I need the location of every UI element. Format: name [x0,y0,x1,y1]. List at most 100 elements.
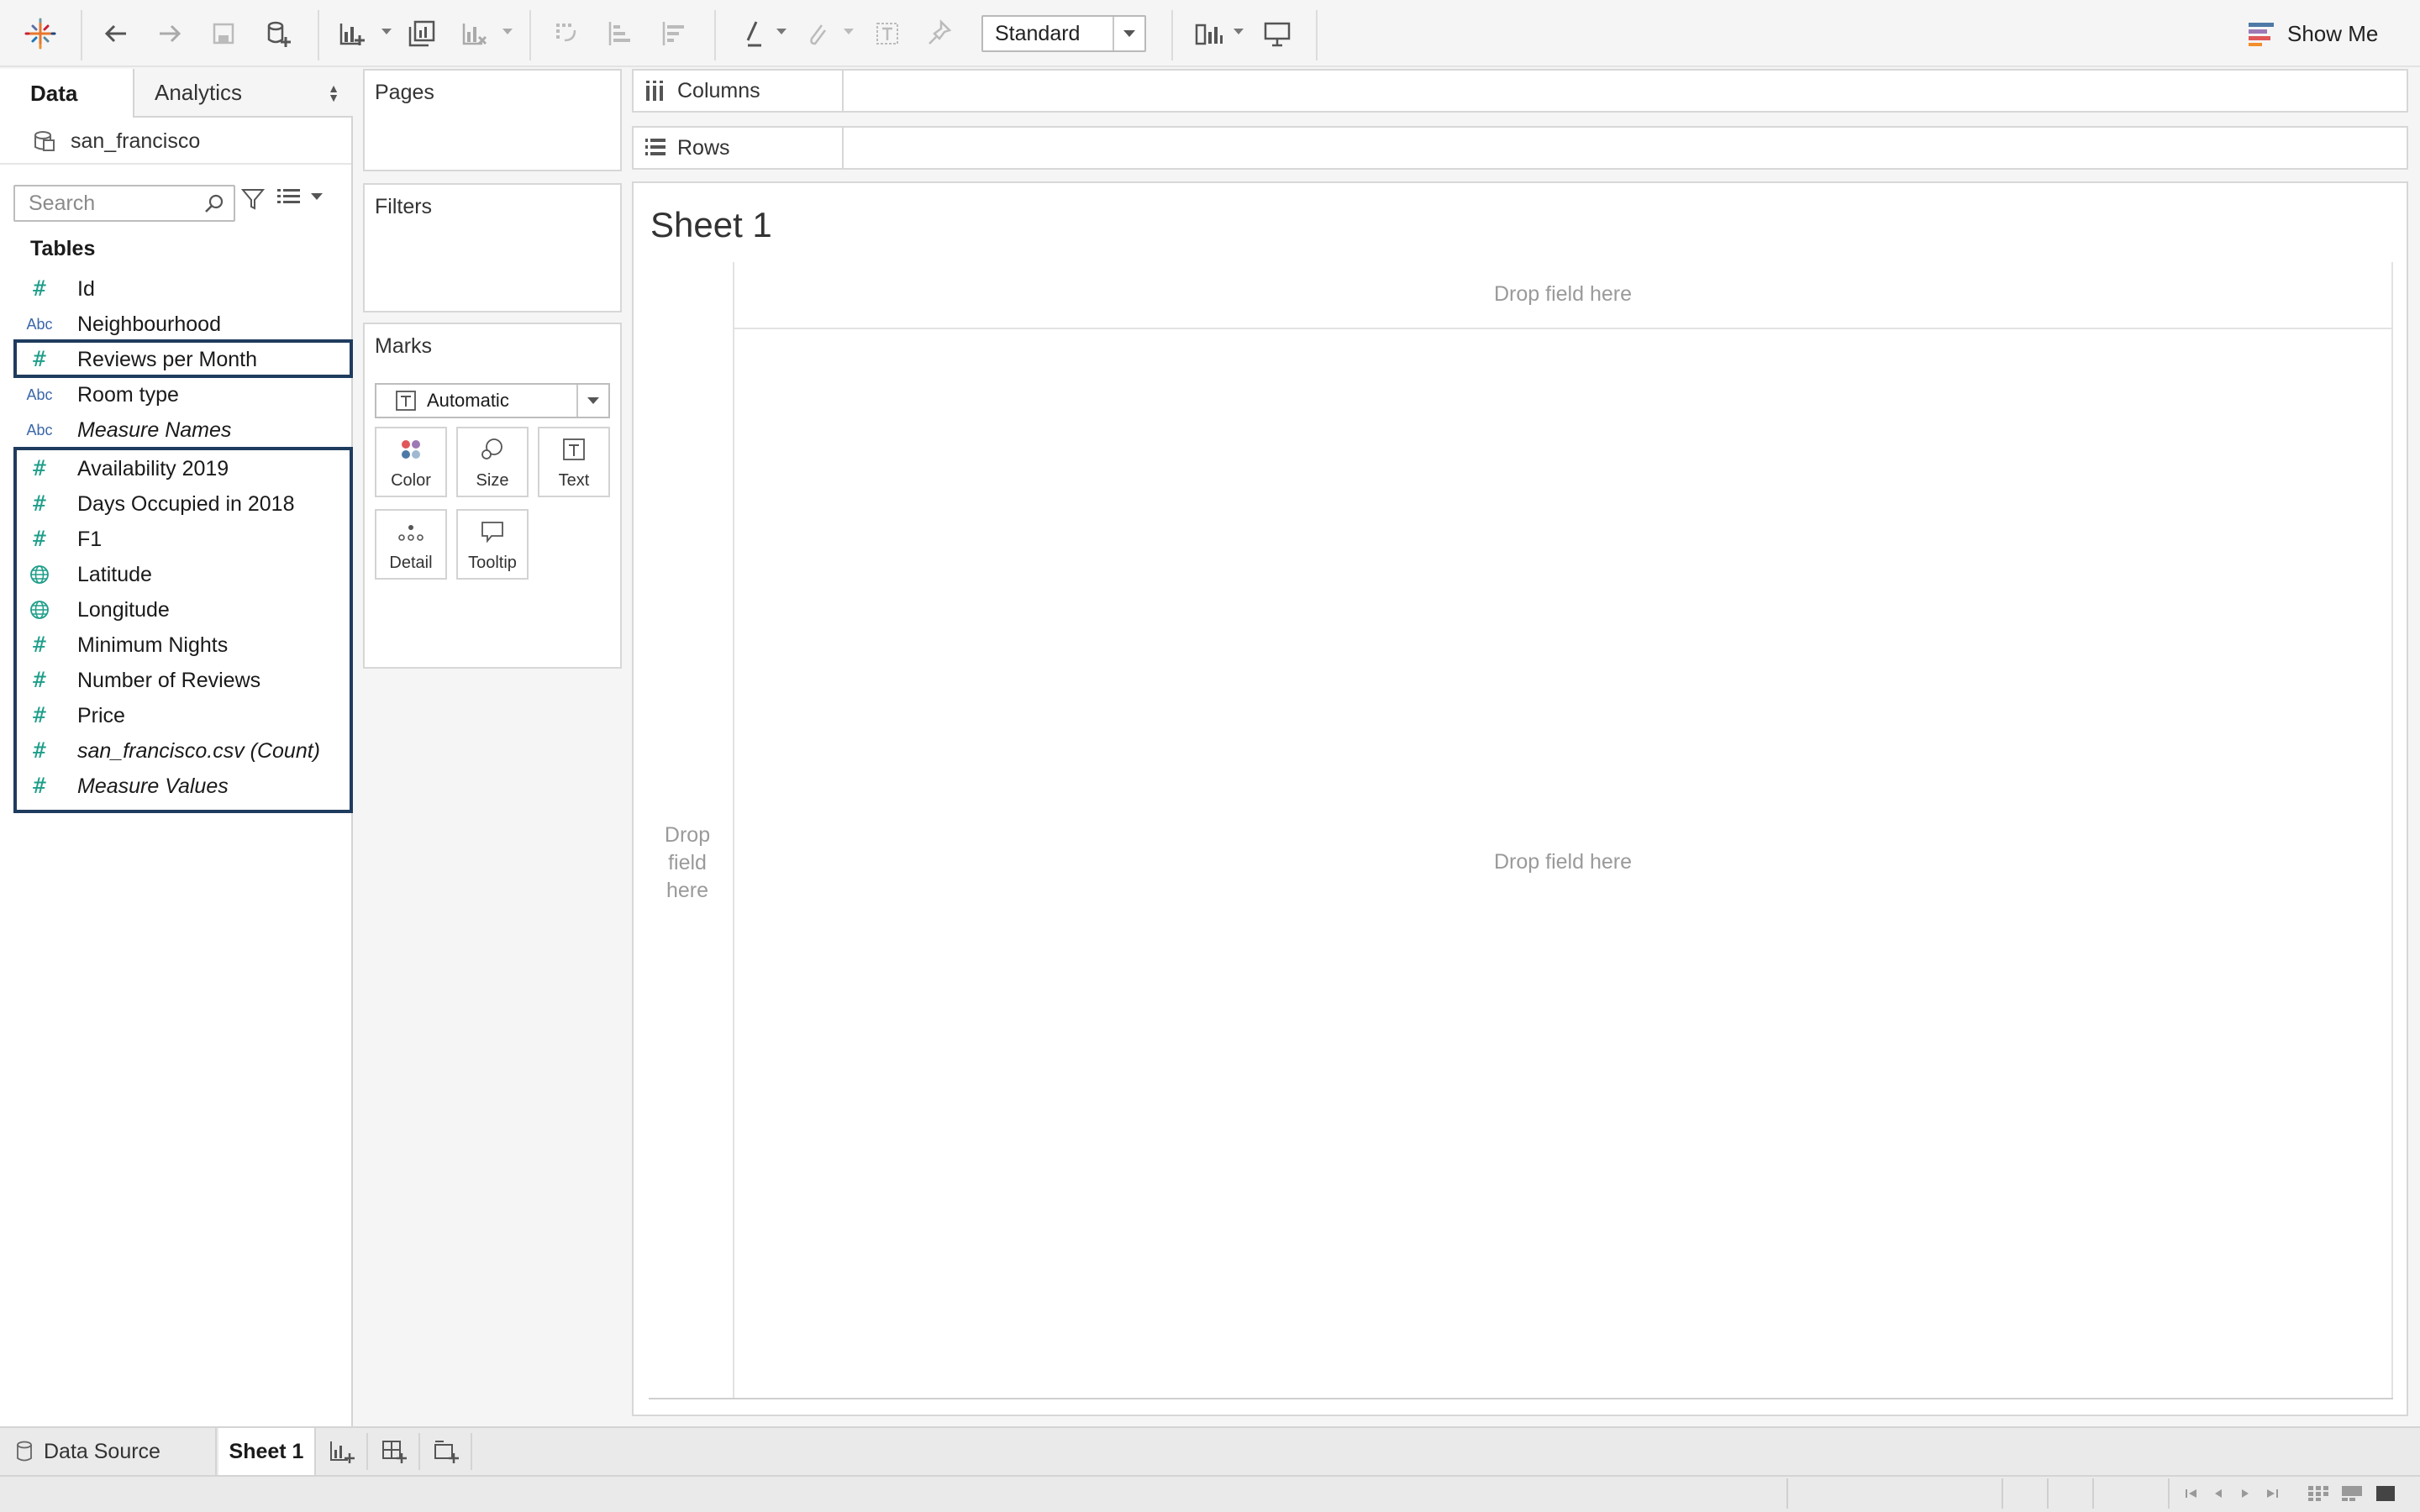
sort-descending-icon[interactable] [655,15,692,52]
last-sheet-icon[interactable] [2262,1483,2282,1504]
new-worksheet-tab-icon[interactable] [318,1433,368,1470]
status-divider [2002,1478,2003,1509]
data-source-name: san_francisco [71,129,201,153]
chevron-down-icon[interactable] [311,193,323,200]
tab-analytics[interactable]: Analytics ▲ ▼ [133,69,353,118]
pages-shelf[interactable]: Pages [363,69,622,171]
swap-icon[interactable] [548,15,585,52]
size-icon [458,437,527,462]
field-item[interactable]: Abc Room type [15,378,350,412]
filters-title: Filters [375,195,433,218]
new-dashboard-tab-icon[interactable] [370,1433,420,1470]
new-data-source-icon[interactable] [259,15,296,52]
tab-data-source[interactable]: Data Source [0,1428,217,1475]
show-tabs-icon[interactable] [2373,1483,2398,1504]
chevron-down-icon[interactable] [576,385,608,417]
rows-text: Rows [677,135,730,160]
search-placeholder: Search [29,191,96,215]
field-name: Neighbourhood [77,312,221,336]
filter-icon[interactable] [240,186,266,216]
prev-sheet-icon[interactable] [2208,1483,2228,1504]
new-story-tab-icon[interactable] [422,1433,472,1470]
pages-title: Pages [375,81,434,104]
fit-icon[interactable] [1190,15,1227,52]
tab-data[interactable]: Data [0,69,133,118]
drop-field-center[interactable]: Drop field here [1412,850,1714,874]
drop-field-columns[interactable]: Drop field here [1412,282,1714,307]
updown-icon: ▲ ▼ [328,81,339,104]
text-button[interactable]: Text [538,427,610,497]
save-icon[interactable] [205,15,242,52]
clear-sheet-icon[interactable] [455,15,492,52]
number-icon: # [33,276,46,302]
toolbar: Standard Show Me [0,0,2420,67]
undo-icon[interactable] [97,15,134,52]
columns-shelf[interactable]: Columns [632,69,2408,113]
presentation-icon[interactable] [1259,15,1296,52]
first-sheet-icon[interactable] [2181,1483,2202,1504]
search-icon[interactable] [203,193,225,215]
fit-select[interactable]: Standard [981,15,1146,52]
tooltip-label: Tooltip [468,554,517,572]
show-sheet-sorter-icon[interactable] [2306,1483,2331,1504]
color-button[interactable]: Color [375,427,447,497]
next-sheet-icon[interactable] [2235,1483,2255,1504]
show-filmstrip-icon[interactable] [2339,1483,2365,1504]
field-name: Room type [77,382,179,407]
view-bottom-border [649,1398,2393,1399]
show-me-button[interactable]: Show Me [2249,15,2400,52]
sheet-title[interactable]: Sheet 1 [650,205,772,245]
mark-type-select[interactable]: Automatic [375,383,610,418]
worksheet-view [632,181,2408,1416]
data-source-item[interactable]: san_francisco [0,119,351,165]
string-icon: Abc [26,421,53,438]
chevron-down-icon[interactable] [1113,17,1144,50]
view-options-icon[interactable] [277,186,323,207]
field-item[interactable]: Abc Measure Names [15,413,350,447]
status-bar [0,1475,2420,1512]
data-source-icon [34,131,55,151]
tooltip-icon [458,519,527,544]
sort-ascending-icon[interactable] [602,15,639,52]
status-divider [2092,1478,2094,1509]
drop-field-rows[interactable]: Drop field here [652,822,723,905]
pin-icon[interactable] [921,15,958,52]
size-button[interactable]: Size [456,427,529,497]
string-icon: Abc [26,386,53,403]
text-icon[interactable] [869,15,906,52]
tab-sheet-1[interactable]: Sheet 1 [218,1428,316,1475]
database-icon [17,1441,32,1462]
string-icon: Abc [26,315,53,333]
measures-selection-outline [13,447,353,813]
search-input[interactable]: Search [13,185,235,222]
text-label: Text [558,471,590,490]
tab-analytics-label: Analytics [155,79,243,105]
size-label: Size [476,471,509,490]
marks-title: Marks [375,334,433,358]
rows-shelf[interactable]: Rows [632,126,2408,170]
show-me-icon [2249,23,2274,46]
detail-icon [376,519,445,544]
columns-label: Columns [634,71,844,111]
detail-button[interactable]: Detail [375,509,447,580]
field-item[interactable]: Abc Neighbourhood [15,307,350,341]
row-header-divider [733,262,734,1398]
status-divider [1786,1478,1788,1509]
highlight-icon[interactable] [734,15,771,52]
detail-label: Detail [389,554,433,572]
columns-icon [646,81,663,101]
fit-select-value: Standard [995,21,1081,45]
tableau-logo-icon[interactable] [22,15,59,52]
tables-heading: Tables [30,237,96,260]
tooltip-button[interactable]: Tooltip [456,509,529,580]
field-item[interactable]: # Id [15,272,350,306]
duplicate-sheet-icon[interactable] [403,15,440,52]
view-right-border [2391,262,2393,1398]
status-divider [2168,1478,2170,1509]
redo-icon[interactable] [151,15,188,52]
field-selection-outline [13,339,353,378]
attach-icon[interactable] [798,15,835,52]
new-worksheet-icon[interactable] [333,15,370,52]
filters-shelf[interactable]: Filters [363,183,622,312]
rows-label: Rows [634,128,844,168]
